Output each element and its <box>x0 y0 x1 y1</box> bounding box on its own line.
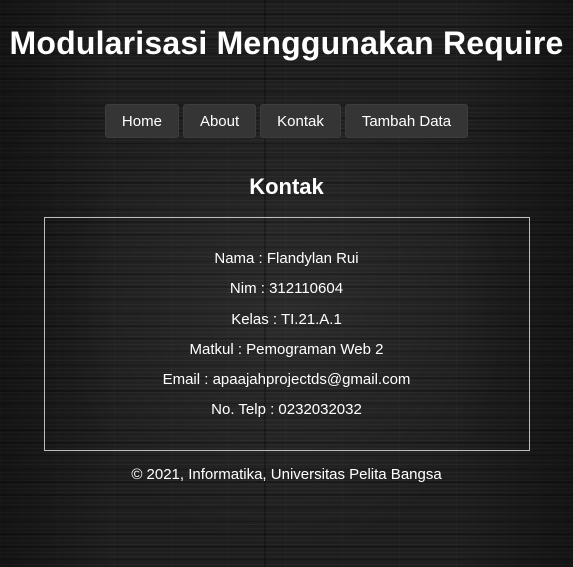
footer-text: © 2021, Informatika, Universitas Pelita … <box>131 466 442 483</box>
contact-matkul: Matkul : Pemograman Web 2 <box>189 340 384 358</box>
page-title: Modularisasi Menggunakan Require <box>9 25 564 61</box>
page-container: Modularisasi Menggunakan Require Home Ab… <box>0 0 573 484</box>
nav-home-button[interactable]: Home <box>104 104 179 138</box>
nav-kontak-button[interactable]: Kontak <box>260 104 341 138</box>
section-title: Kontak <box>249 174 324 199</box>
contact-kelas: Kelas : TI.21.A.1 <box>231 310 342 328</box>
contact-email: Email : apaajahprojectds@gmail.com <box>162 371 411 389</box>
contact-telp: No. Telp : 0232032032 <box>211 401 362 419</box>
contact-nim: Nim : 312110604 <box>229 280 344 298</box>
contact-box: Nama : Flandylan Rui Nim : 312110604 Kel… <box>43 217 530 451</box>
nav-tambah-data-button[interactable]: Tambah Data <box>344 104 469 138</box>
nav-about-button[interactable]: About <box>182 104 257 138</box>
contact-nama: Nama : Flandylan Rui <box>214 250 359 267</box>
main-nav: Home About Kontak Tambah Data <box>0 104 573 139</box>
